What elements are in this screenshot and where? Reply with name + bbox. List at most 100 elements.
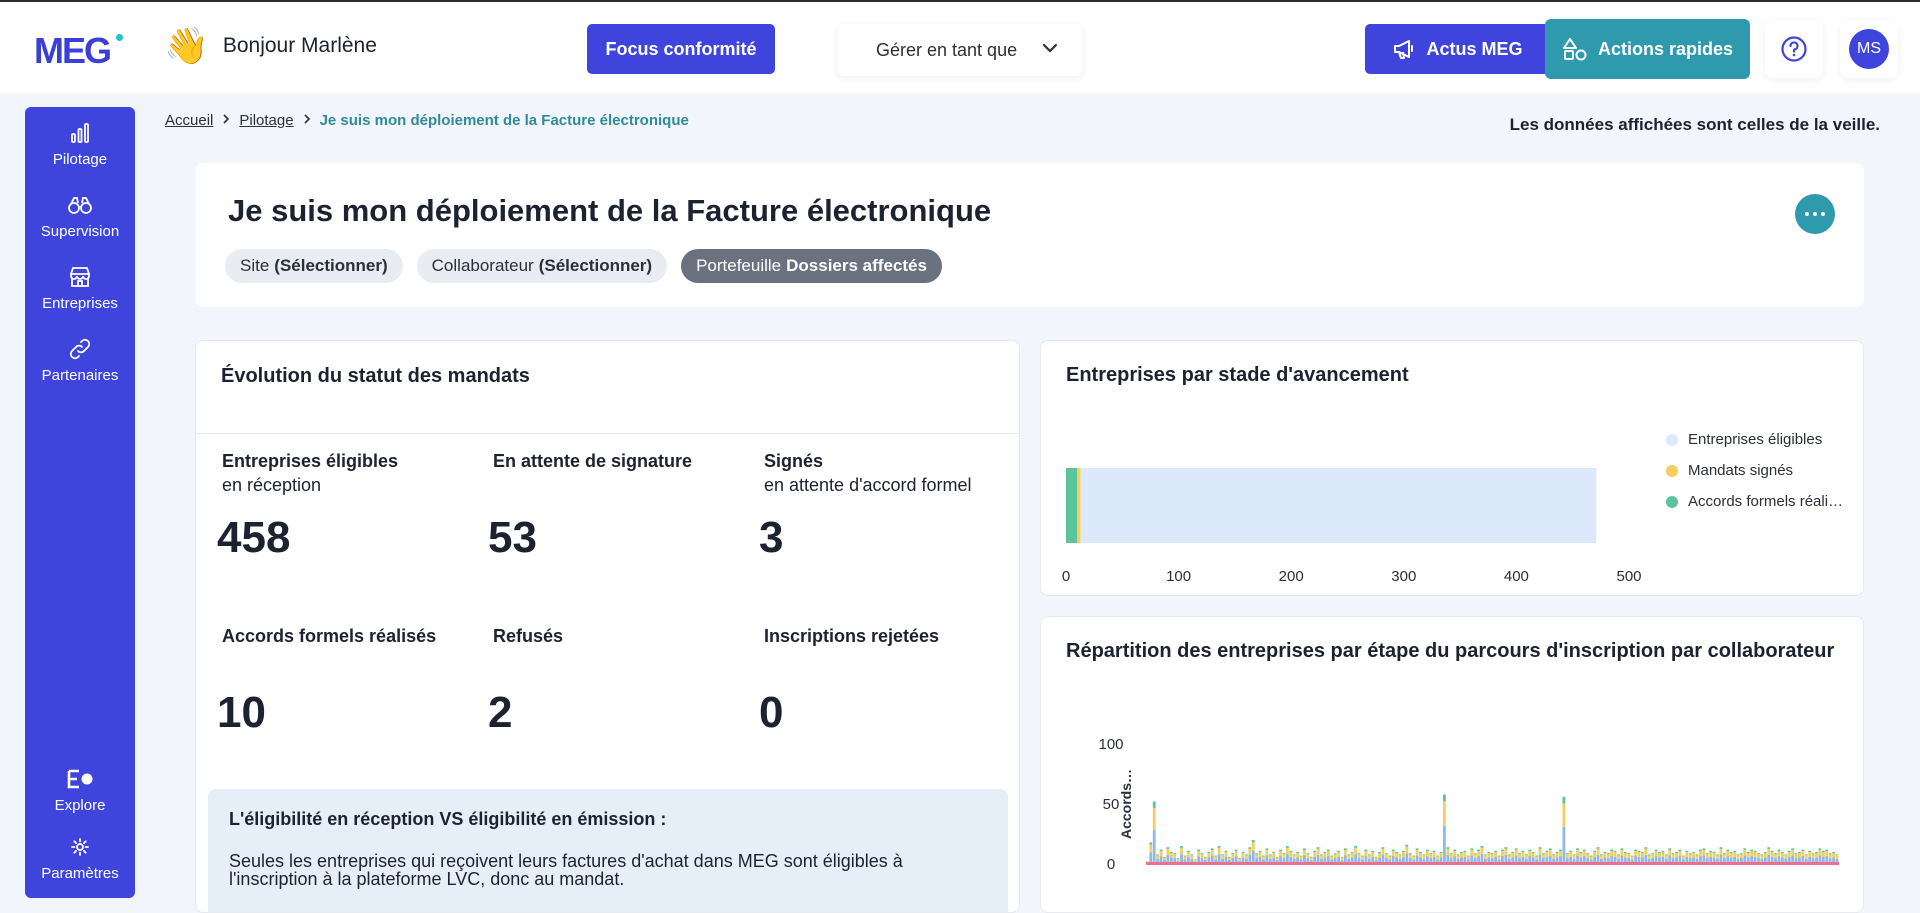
bar-segment — [1722, 853, 1726, 855]
bar-segment — [1357, 854, 1361, 859]
bar-segment — [1340, 857, 1344, 861]
bar-segment — [1804, 855, 1808, 859]
bar-segment — [1470, 849, 1474, 856]
bar-segment — [1545, 850, 1549, 853]
bar-segment — [1596, 847, 1600, 849]
bar-segment — [1692, 853, 1696, 858]
help-button[interactable] — [1765, 20, 1823, 78]
bar-segment — [1511, 853, 1515, 858]
more-options-button[interactable] — [1795, 194, 1835, 234]
bar-segment — [1774, 853, 1777, 855]
bar-segment — [1654, 851, 1658, 857]
sidebar-item-pilotage[interactable]: Pilotage — [25, 121, 135, 168]
legend-item[interactable]: Accords formels réali… — [1666, 493, 1843, 510]
bar-segment — [1497, 856, 1501, 860]
bar-segment — [1815, 853, 1818, 858]
bar-segment — [1204, 856, 1207, 858]
bar-segment — [1466, 855, 1470, 857]
bar-segment — [1798, 852, 1801, 854]
bar-segment — [1582, 851, 1586, 857]
bar-segment — [1620, 848, 1624, 850]
bar-segment — [1391, 849, 1395, 852]
stat-sub — [764, 650, 1019, 672]
bar-segment — [1535, 855, 1538, 857]
bar-segment — [1248, 848, 1252, 855]
breadcrumb-accueil[interactable]: Accueil — [165, 112, 213, 129]
sidebar-item-parametres[interactable]: Paramètres — [25, 835, 135, 882]
stat-value: 3 — [759, 513, 784, 562]
bar-segment — [1688, 853, 1692, 855]
bar-segment — [1763, 853, 1767, 858]
bar-segment — [1586, 853, 1590, 855]
x-tick-label: 300 — [1391, 568, 1416, 585]
legend-item[interactable]: Mandats signés — [1666, 462, 1843, 479]
meg-logo[interactable]: MEG — [34, 30, 112, 72]
bar-segment — [1719, 847, 1723, 849]
bar-segment — [1740, 853, 1743, 855]
actus-meg-button[interactable]: Actus MEG — [1365, 24, 1550, 74]
bar-segment — [1337, 852, 1340, 857]
bar-segment — [1374, 856, 1378, 858]
bar-segment — [1248, 847, 1252, 849]
bar-segment — [1555, 853, 1559, 858]
bar-segment — [1255, 853, 1259, 855]
eligibility-info-box: L'éligibilité en réception VS éligibilit… — [208, 789, 1008, 912]
bar-segment — [1716, 854, 1719, 856]
stat-label: Accords formels réalisés — [222, 626, 437, 646]
chip-label: Site — [240, 256, 270, 275]
sidebar-item-explore[interactable]: Explore — [25, 767, 135, 814]
bar-segment — [1238, 858, 1241, 859]
bar-segment — [1439, 853, 1443, 858]
sidebar-item-entreprises[interactable]: Entreprises — [25, 265, 135, 312]
bar-segment — [1156, 854, 1160, 856]
chart-legend: Entreprises éligibles Mandats signés Acc… — [1666, 431, 1843, 524]
bar-segment — [1422, 855, 1426, 859]
bar-segment — [1152, 807, 1156, 830]
bar-segment — [1395, 853, 1399, 858]
manage-as-select[interactable]: Gérer en tant que — [838, 24, 1082, 76]
sidebar-item-partenaires[interactable]: Partenaires — [25, 337, 135, 384]
user-menu[interactable]: MS — [1840, 20, 1898, 78]
breadcrumb-current: Je suis mon déploiement de la Facture él… — [319, 112, 689, 129]
bar-segment — [1784, 854, 1788, 856]
bar-segment — [1504, 847, 1508, 849]
actions-rapides-button[interactable]: Actions rapides — [1545, 19, 1750, 79]
bar-segment — [1371, 850, 1375, 853]
bar-segment — [1524, 855, 1528, 859]
bar-entreprises-éligibles — [1080, 468, 1597, 543]
bar-segment — [1494, 850, 1498, 853]
bar-segment — [1200, 853, 1204, 855]
bar-segment — [1197, 849, 1201, 852]
bar-segment — [1251, 840, 1255, 843]
manage-as-label: Gérer en tant que — [876, 39, 1018, 60]
bar-segment — [1412, 855, 1416, 857]
bar-segment — [1282, 854, 1286, 859]
bar-segment — [1268, 855, 1272, 859]
bar-segment — [1661, 850, 1665, 853]
breadcrumb-pilotage[interactable]: Pilotage — [239, 112, 293, 129]
sidebar-item-supervision[interactable]: Supervision — [25, 193, 135, 240]
bar-segment — [1333, 854, 1337, 859]
bar-segment — [1453, 851, 1457, 857]
legend-item[interactable]: Entreprises éligibles — [1666, 431, 1843, 448]
bar-accords-formels-réali… — [1066, 468, 1078, 543]
bar-segment — [1705, 854, 1709, 859]
filter-chip-site[interactable]: Site (Sélectionner) — [225, 249, 403, 283]
bar-segment — [1835, 854, 1839, 856]
bar-segment — [1828, 853, 1832, 855]
bar-segment — [1671, 853, 1675, 855]
bar-segment — [1477, 849, 1480, 852]
card-title: Répartition des entreprises par étape du… — [1066, 640, 1835, 662]
bar-segment — [1692, 852, 1696, 854]
bar-segment — [1801, 851, 1805, 857]
bar-segment — [1664, 855, 1668, 859]
bar-segment — [1671, 854, 1675, 859]
filter-chip-collaborateur[interactable]: Collaborateur (Sélectionner) — [416, 249, 668, 283]
bar-segment — [1617, 855, 1620, 859]
stat-value: 53 — [488, 513, 537, 562]
card-title: Évolution du statut des mandats — [221, 365, 530, 387]
focus-conformite-button[interactable]: Focus conformité — [587, 24, 775, 74]
bar-segment — [1623, 853, 1627, 858]
filter-chip-portefeuille[interactable]: Portefeuille Dossiers affectés — [681, 249, 942, 283]
chip-value: (Sélectionner) — [274, 256, 388, 275]
